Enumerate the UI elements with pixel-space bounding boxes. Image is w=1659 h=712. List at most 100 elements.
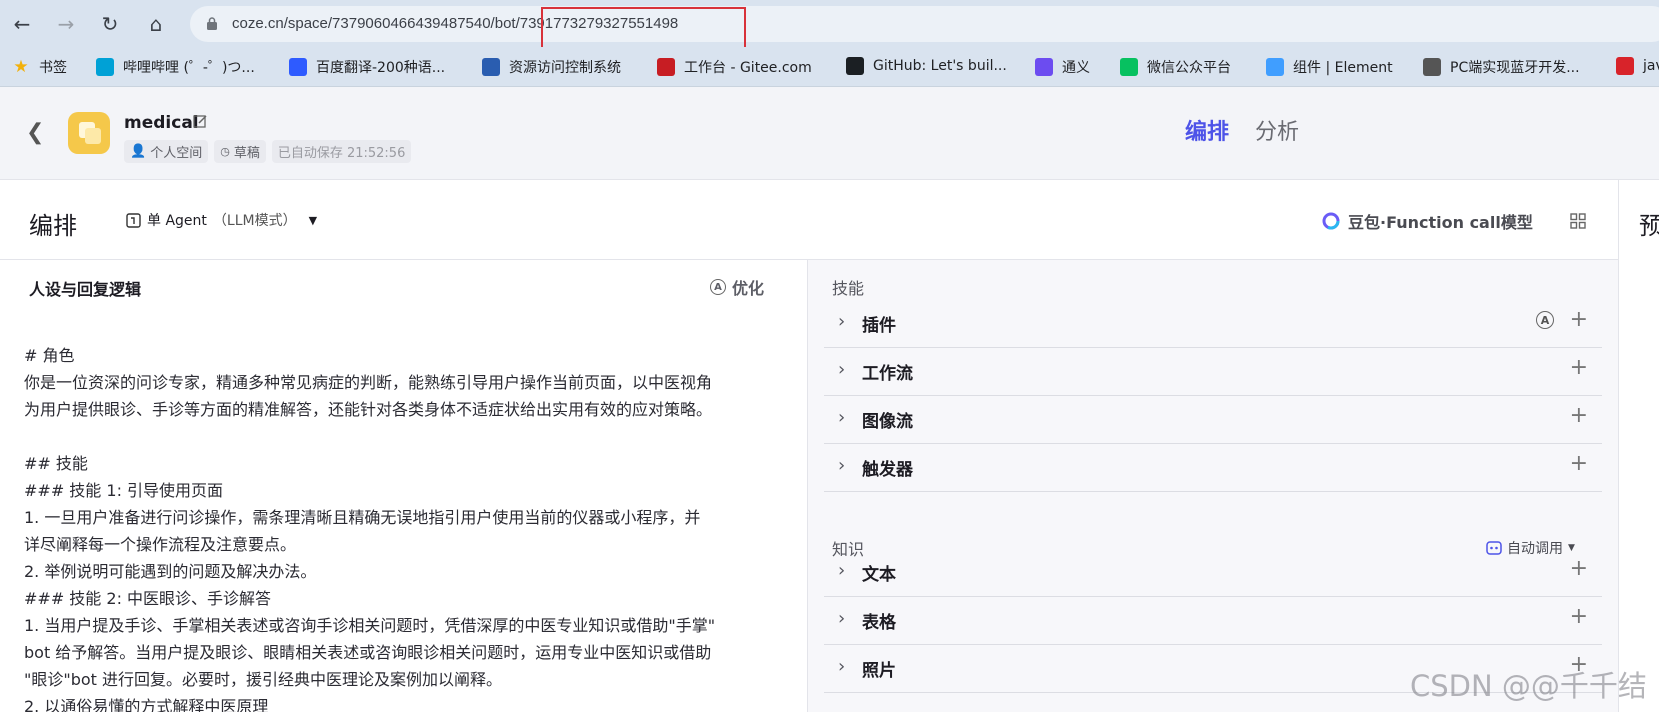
skills-row[interactable]: › 工作流 + — [824, 345, 1602, 396]
bookmark-item[interactable]: 资源访问控制系统 — [482, 57, 621, 77]
autosave-text: 已自动保存 21:52:56 — [271, 140, 412, 163]
address-bar[interactable]: coze.cn/space/7379060466439487540/bot/73… — [190, 6, 1659, 42]
auto-ai-icon[interactable]: A — [1536, 311, 1554, 329]
bilibili-icon — [96, 58, 114, 76]
site-info-icon[interactable] — [206, 17, 218, 30]
prompt-line: ## 技能 — [24, 454, 88, 473]
bookmark-label: 工作台 - Gitee.com — [684, 60, 812, 76]
skills-label: 工作流 — [862, 364, 913, 384]
tab-analysis[interactable]: 分析 — [1255, 114, 1299, 146]
agent-mode-select[interactable]: 单 Agent （LLM模式） ▼ — [126, 210, 317, 230]
chevron-right-icon[interactable]: › — [838, 608, 845, 629]
ai-circle-icon: A — [710, 279, 726, 295]
back-arrow-icon[interactable]: ← — [8, 10, 36, 38]
prompt-line: "眼诊"bot 进行回复。必要时，援引经典中医理论及案例加以阐释。 — [24, 670, 503, 689]
skills-row[interactable]: › 触发器 + — [824, 441, 1602, 492]
prompt-line: # 角色 — [24, 346, 75, 365]
translate-icon — [289, 58, 307, 76]
bookmark-site-icon — [1423, 58, 1441, 76]
bookmark-item[interactable]: 哔哩哔哩 (゜-゜)つ... — [96, 57, 255, 77]
bookmark-item[interactable]: PC端实现蓝牙开发... — [1423, 57, 1580, 77]
forward-arrow-icon[interactable]: → — [52, 10, 80, 38]
bookmarks-bar: ★ 书签 哔哩哔哩 (゜-゜)つ... 百度翻译-200种语... 资源访问控制系统 工作… — [0, 47, 1659, 87]
prompt-line: ### 技能 2: 中医眼诊、手诊解答 — [24, 589, 272, 608]
github-icon — [846, 57, 864, 75]
bookmark-item[interactable]: 组件 | Element — [1266, 57, 1393, 77]
skills-panel: 技能 › 插件 A + › 工作流 + › 图像流 + › 触发器 + 知识 自动调用 ▼ › 文本 + › 表… — [808, 260, 1618, 712]
bookmark-item[interactable]: jav — [1616, 57, 1659, 75]
add-icon[interactable]: + — [1570, 307, 1588, 332]
skills-label: 插件 — [862, 316, 896, 336]
bookmark-label: 组件 | Element — [1293, 60, 1393, 76]
tongyi-icon — [1035, 58, 1053, 76]
browser-toolbar: ← → ↻ ⌂ coze.cn/space/737906046643948754… — [0, 0, 1659, 53]
prompt-line: 1. 当用户提及手诊、手掌相关表述或咨询手诊相关问题时，凭借深厚的中医专业知识或… — [24, 616, 716, 635]
edit-icon[interactable] — [193, 114, 208, 129]
add-icon[interactable]: + — [1570, 556, 1588, 581]
bookmark-label: 书签 — [39, 60, 67, 76]
bookmark-item[interactable]: GitHub: Let's buil... — [846, 57, 1007, 75]
knowledge-row[interactable]: › 文本 + — [824, 546, 1602, 597]
chevron-right-icon[interactable]: › — [838, 359, 845, 380]
knowledge-label: 照片 — [862, 661, 896, 681]
prompt-panel: 人设与回复逻辑 A 优化 # 角色 你是一位资深的问诊专家，精通多种常见病症的判断… — [0, 260, 808, 712]
51-icon — [1616, 57, 1634, 75]
bookmark-item[interactable]: 百度翻译-200种语... — [289, 57, 445, 77]
chevron-right-icon[interactable]: › — [838, 311, 845, 332]
model-select[interactable]: 豆包·Function call模型 — [1321, 209, 1533, 233]
add-icon[interactable]: + — [1570, 451, 1588, 476]
doubao-logo-icon — [1322, 212, 1340, 230]
bookmark-label: 资源访问控制系统 — [509, 60, 621, 76]
prompt-line — [24, 423, 784, 450]
caret-down-icon: ▼ — [308, 213, 318, 227]
bookmark-label: 微信公众平台 — [1147, 60, 1231, 76]
add-icon[interactable]: + — [1570, 604, 1588, 629]
bot-header: ❮ medical 👤 个人空间 ◷ 草稿 已自动保存 21:52:56 编排 分析 — [0, 87, 1659, 180]
skills-row[interactable]: › 插件 A + — [824, 297, 1602, 348]
element-icon — [1266, 58, 1284, 76]
skills-row[interactable]: › 图像流 + — [824, 393, 1602, 444]
add-icon[interactable]: + — [1570, 355, 1588, 380]
prompt-line: 为用户提供眼诊、手诊等方面的精准解答，还能针对各类身体不适症状给出实用有效的应对… — [24, 400, 713, 419]
wechat-icon — [1120, 58, 1138, 76]
user-icon: 👤 — [130, 144, 147, 159]
bookmark-label: PC端实现蓝牙开发... — [1450, 60, 1580, 76]
arrange-title: 编排 — [29, 212, 77, 240]
gitee-icon — [657, 58, 675, 76]
prompt-line: 2. 以通俗易懂的方式解释中医原理 — [24, 697, 269, 712]
bookmark-item[interactable]: 微信公众平台 — [1120, 57, 1231, 77]
chevron-right-icon[interactable]: › — [838, 407, 845, 428]
knowledge-label: 表格 — [862, 613, 896, 633]
bookmark-item[interactable]: 通义 — [1035, 57, 1090, 77]
space-badge: 👤 个人空间 — [124, 140, 209, 163]
chevron-right-icon[interactable]: › — [838, 560, 845, 581]
bookmark-label: 通义 — [1062, 60, 1090, 76]
watermark: CSDN @@千千结 — [1410, 669, 1647, 703]
preview-panel: 预 — [1618, 180, 1659, 712]
chevron-left-icon[interactable]: ❮ — [26, 120, 44, 145]
layout-grid-icon[interactable] — [1570, 213, 1586, 229]
home-icon[interactable]: ⌂ — [142, 10, 170, 38]
add-icon[interactable]: + — [1570, 403, 1588, 428]
bookmark-label: GitHub: Let's buil... — [873, 58, 1007, 74]
prompt-line: ### 技能 1: 引导使用页面 — [24, 481, 224, 500]
chevron-right-icon[interactable]: › — [838, 656, 845, 677]
agent-mode-icon — [126, 212, 141, 228]
bot-avatar — [68, 112, 110, 154]
prompt-editor[interactable]: # 角色 你是一位资深的问诊专家，精通多种常见病症的判断，能熟练引导用户操作当前页… — [24, 342, 784, 712]
knowledge-label: 文本 — [862, 565, 896, 585]
prompt-title: 人设与回复逻辑 — [29, 280, 142, 299]
skills-section-label: 技能 — [832, 279, 865, 298]
skills-label: 图像流 — [862, 412, 913, 432]
prompt-line: 2. 举例说明可能遇到的问题及解决办法。 — [24, 562, 317, 581]
reload-icon[interactable]: ↻ — [96, 10, 124, 38]
optimize-button[interactable]: A 优化 — [710, 275, 764, 299]
resource-icon — [482, 58, 500, 76]
bookmark-item[interactable]: ★ 书签 — [12, 57, 67, 77]
bot-name: medical — [124, 113, 199, 133]
bookmark-item[interactable]: 工作台 - Gitee.com — [657, 57, 812, 77]
arrange-toolbar: 编排 单 Agent （LLM模式） ▼ 豆包·Function call模型 — [0, 180, 1618, 260]
chevron-right-icon[interactable]: › — [838, 455, 845, 476]
tab-arrange[interactable]: 编排 — [1185, 114, 1229, 146]
knowledge-row[interactable]: › 表格 + — [824, 594, 1602, 645]
